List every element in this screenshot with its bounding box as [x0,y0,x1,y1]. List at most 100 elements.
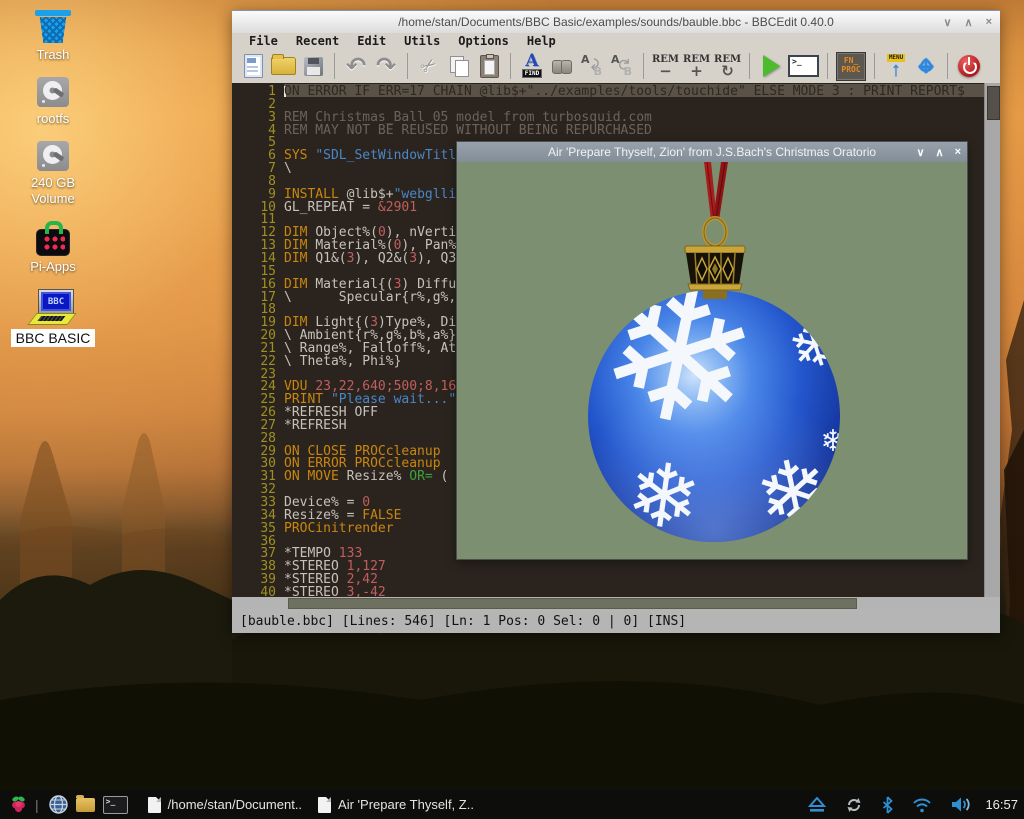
raspberry-menu-icon[interactable] [10,795,27,815]
save-icon [304,57,323,76]
code-text: *STEREO 3,-42 [284,585,985,597]
bbc-basic-icon: BBC [30,289,76,325]
power-button[interactable] [956,51,982,81]
new-button[interactable] [240,51,266,81]
line-number: 4 [232,123,284,136]
toolbar-separator [334,53,335,79]
rem-toggle-icon: REM↻ [714,54,741,78]
code-line-2[interactable]: 2 [232,97,985,110]
taskbar-task-editor[interactable]: /home/stan/Document.. [148,797,302,813]
cut-icon: ✂ [416,52,442,79]
menu-up-button[interactable]: MENU↑ [883,51,909,81]
taskbar-clock[interactable]: 16:57 [985,797,1018,812]
code-line-4[interactable]: 4REM MAY NOT BE REUSED WITHOUT BEING REP… [232,123,985,136]
eject-icon[interactable] [808,797,826,813]
wifi-icon[interactable] [912,797,932,813]
open-button[interactable] [270,51,296,81]
run-button[interactable] [758,51,784,81]
replace-button[interactable]: A↷B [579,51,605,81]
desktop-icon-label: BBC BASIC [11,329,96,347]
rem-button[interactable]: REM↻ [714,51,741,81]
volume-icon[interactable] [951,796,973,813]
bluetooth-icon[interactable] [882,796,893,814]
horizontal-scrollbar-thumb[interactable] [288,598,857,609]
code-line-40[interactable]: 40*STEREO 3,-42 [232,585,985,597]
vertical-scrollbar[interactable] [984,83,1000,597]
code-line-3[interactable]: 3REM Christmas_Ball_05 model from turbos… [232,110,985,123]
web-browser-icon[interactable] [49,795,68,814]
undo-button[interactable]: ↶ [343,51,369,81]
line-number: 3 [232,110,284,123]
desktop-icon-bbc-basic[interactable]: BBC BBC BASIC [8,289,98,347]
rem-button[interactable]: REM− [652,51,679,81]
line-number: 37 [232,546,284,559]
menu-file[interactable]: File [240,34,287,48]
bauble-window-buttons: ∨ ∧ × [916,142,961,162]
task-label: /home/stan/Document.. [168,797,302,812]
binoculars-button[interactable] [549,51,575,81]
maximize-button[interactable]: ∧ [965,16,973,29]
bauble-window: Air 'Prepare Thyself, Zion' from J.S.Bac… [456,141,968,560]
toolbar-separator [874,53,875,79]
file-manager-icon[interactable] [76,798,95,812]
save-button[interactable] [300,51,326,81]
taskbar-separator: | [35,797,39,813]
toolbar-separator [749,53,750,79]
taskbar: | >_ /home/stan/Document.. Air 'Prepare … [0,790,1024,819]
line-number: 9 [232,187,284,200]
desktop-icon-label: Trash [37,47,70,63]
updates-icon[interactable] [845,796,863,814]
editor-titlebar[interactable]: /home/stan/Documents/BBC Basic/examples/… [232,10,1000,33]
desktop-icon-240-gb-volume[interactable]: 240 GB Volume [8,141,98,207]
find-button[interactable]: AFIND [519,51,545,81]
status-text: [bauble.bbc] [Lines: 546] [Ln: 1 Pos: 0 … [240,614,686,629]
editor-window-buttons: ∨ ∧ × [943,11,992,33]
fnproc-button[interactable]: FN_PROC [836,51,866,81]
vertical-scrollbar-thumb[interactable] [987,86,1000,120]
close-button[interactable]: × [986,16,992,28]
bauble-close-button[interactable]: × [955,146,961,158]
line-number: 1 [232,84,284,97]
toolbar-separator [947,53,948,79]
menu-utils[interactable]: Utils [395,34,449,48]
editor-statusbar: [bauble.bbc] [Lines: 546] [Ln: 1 Pos: 0 … [232,609,1000,633]
menu-edit[interactable]: Edit [348,34,395,48]
paste-button[interactable] [476,51,502,81]
copy-button[interactable] [446,51,472,81]
code-text: *STEREO 2,42 [284,572,985,585]
bauble-maximize-button[interactable]: ∧ [936,146,944,159]
menu-help[interactable]: Help [518,34,565,48]
run-icon [763,55,780,77]
bauble-titlebar[interactable]: Air 'Prepare Thyself, Zion' from J.S.Bac… [457,142,967,162]
line-number: 29 [232,444,284,457]
line-number: 32 [232,482,284,495]
move-button[interactable]: ↔↕ [913,51,939,81]
desktop-icon-pi-apps[interactable]: Pi-Apps [8,221,98,275]
redo-button[interactable]: ↷ [373,51,399,81]
code-line-38[interactable]: 38*STEREO 1,127 [232,559,985,572]
menu-options[interactable]: Options [449,34,518,48]
cut-button[interactable]: ✂ [416,51,442,81]
line-number: 28 [232,431,284,444]
terminal-button[interactable]: >_ [788,51,819,81]
menu-recent[interactable]: Recent [287,34,348,48]
minimize-button[interactable]: ∨ [943,16,951,29]
desktop-icon-rootfs[interactable]: rootfs [8,77,98,127]
trash-icon [35,10,71,16]
disk-icon [37,77,69,107]
taskbar-task-bauble[interactable]: Air 'Prepare Thyself, Z.. [318,797,474,813]
line-number: 31 [232,469,284,482]
desktop-icon-label: 240 GB Volume [8,175,98,207]
terminal-icon[interactable]: >_ [103,796,128,814]
line-number: 7 [232,161,284,174]
replace-all-button[interactable]: A↻B [609,51,635,81]
horizontal-scrollbar[interactable] [232,597,1000,609]
code-line-39[interactable]: 39*STEREO 2,42 [232,572,985,585]
toolbar-separator [827,53,828,79]
fn-proc-icon: FN_PROC [836,52,866,81]
system-tray [804,796,977,814]
code-line-1[interactable]: 1ON ERROR IF ERR=17 CHAIN @lib$+"../exam… [232,84,985,97]
rem-button[interactable]: REM+ [683,51,710,81]
desktop-icon-trash[interactable]: Trash [8,10,98,63]
bauble-minimize-button[interactable]: ∨ [916,146,924,159]
